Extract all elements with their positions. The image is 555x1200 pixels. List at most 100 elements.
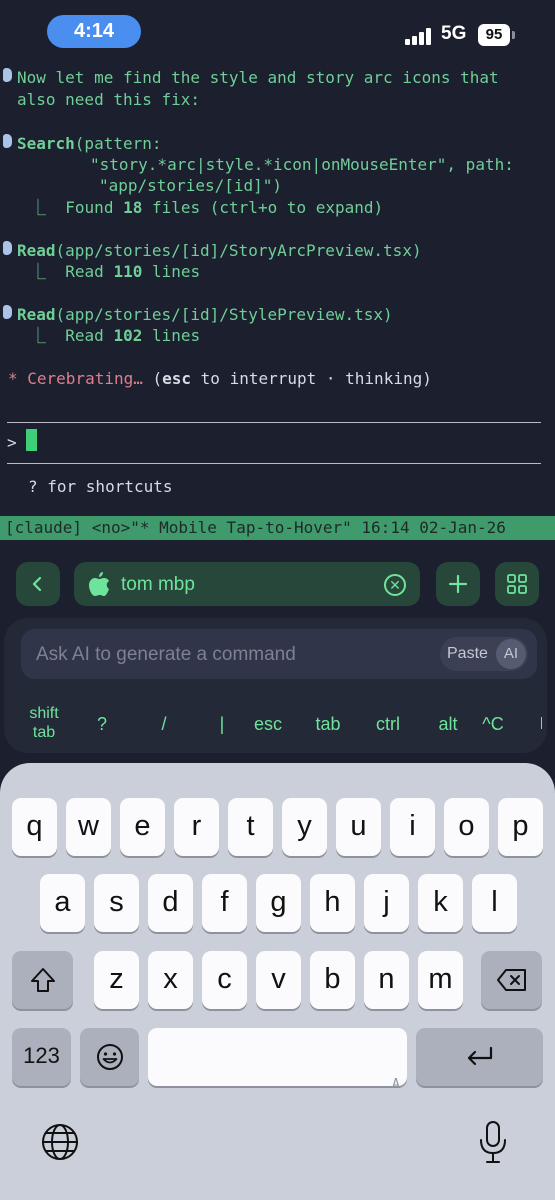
chevron-left-icon	[32, 576, 42, 592]
numbers-key[interactable]: 123	[12, 1028, 71, 1086]
emoji-icon	[96, 1044, 123, 1070]
result-count: 102	[113, 326, 143, 345]
return-key[interactable]	[416, 1028, 543, 1086]
key-j[interactable]: j	[364, 874, 409, 932]
key-s[interactable]: s	[94, 874, 139, 932]
key-d[interactable]: d	[148, 874, 193, 932]
globe-button[interactable]	[40, 1122, 80, 1162]
key-esc[interactable]: esc	[248, 714, 288, 735]
key-h[interactable]: h	[310, 874, 355, 932]
key-o[interactable]: o	[444, 798, 489, 856]
session-grid-button[interactable]	[495, 562, 539, 606]
tool-name: Read	[17, 305, 56, 324]
key-i[interactable]: i	[390, 798, 435, 856]
key-question[interactable]: ?	[92, 714, 112, 735]
scroll-indicator	[541, 717, 542, 729]
emoji-key[interactable]	[80, 1028, 139, 1086]
shortcuts-hint: ? for shortcuts	[28, 477, 173, 496]
spinner-text: * Cerebrating…	[8, 369, 143, 388]
host-selector[interactable]: tom mbp ✕	[74, 562, 420, 606]
search-args-line: "app/stories/[id]")	[99, 176, 283, 195]
key-t[interactable]: t	[228, 798, 273, 856]
result-prefix: Read	[65, 262, 114, 281]
key-g[interactable]: g	[256, 874, 301, 932]
result-count: 110	[113, 262, 143, 281]
tool-name: Read	[17, 241, 56, 260]
battery-icon: 95	[478, 24, 510, 46]
status-bar: 4:14 5G 95	[0, 0, 555, 60]
key-shift-tab[interactable]: shift tab	[22, 704, 66, 742]
tool-args: (app/stories/[id]/StoryArcPreview.tsx)	[55, 241, 422, 260]
globe-icon	[42, 1124, 78, 1160]
key-tab[interactable]: tab	[308, 714, 348, 735]
tree-glyph: ⎿	[30, 262, 47, 281]
microphone-icon	[480, 1121, 506, 1163]
key-l[interactable]: l	[472, 874, 517, 932]
key-f[interactable]: f	[202, 874, 247, 932]
read-result: ⎿ Read 102 lines	[30, 325, 200, 346]
key-m[interactable]: m	[418, 951, 463, 1009]
key-q[interactable]: q	[12, 798, 57, 856]
key-p[interactable]: p	[498, 798, 543, 856]
bullet-icon	[3, 68, 12, 82]
plus-icon	[448, 574, 468, 594]
key-r[interactable]: r	[174, 798, 219, 856]
key-alt[interactable]: alt	[432, 714, 464, 735]
status-open: (	[142, 369, 163, 388]
key-b[interactable]: b	[310, 951, 355, 1009]
key-n[interactable]: n	[364, 951, 409, 1009]
battery-nub	[512, 31, 515, 39]
key-y[interactable]: y	[282, 798, 327, 856]
result-suffix: lines	[142, 326, 201, 345]
apple-icon	[89, 572, 109, 596]
status-rest: to interrupt · thinking)	[191, 369, 432, 388]
close-circle-icon[interactable]: ✕	[384, 574, 406, 596]
shift-key[interactable]	[12, 951, 73, 1009]
signal-icon	[405, 25, 435, 45]
message-line: also need this fix:	[17, 90, 201, 109]
key-slash[interactable]: /	[154, 714, 174, 735]
key-a[interactable]: a	[40, 874, 85, 932]
delete-key[interactable]	[481, 951, 542, 1009]
text-cursor[interactable]	[26, 429, 37, 451]
key-z[interactable]: z	[94, 951, 139, 1009]
key-label: tab	[32, 724, 56, 741]
key-w[interactable]: w	[66, 798, 111, 856]
key-u[interactable]: u	[336, 798, 381, 856]
return-icon	[467, 1046, 492, 1066]
bullet-icon	[3, 134, 12, 148]
divider	[7, 463, 541, 464]
dictation-button[interactable]	[478, 1120, 508, 1166]
ai-command-input[interactable]: Ask AI to generate a command Paste AI	[21, 629, 537, 679]
result-count: 18	[123, 198, 143, 217]
key-pipe[interactable]: |	[212, 714, 232, 735]
tree-glyph: ⎿	[30, 198, 47, 217]
result-prefix: Read	[65, 326, 114, 345]
tool-args: (app/stories/[id]/StylePreview.tsx)	[55, 305, 393, 324]
ai-command-panel: Ask AI to generate a command Paste AI sh…	[4, 618, 547, 753]
search-tool-line: Search(pattern:	[17, 133, 162, 154]
space-key[interactable]	[148, 1028, 407, 1086]
bullet-icon	[3, 305, 12, 319]
key-e[interactable]: e	[120, 798, 165, 856]
bullet-icon	[3, 241, 12, 255]
ai-input-placeholder: Ask AI to generate a command	[36, 644, 296, 665]
key-v[interactable]: v	[256, 951, 301, 1009]
key-x[interactable]: x	[148, 951, 193, 1009]
key-c[interactable]: c	[202, 951, 247, 1009]
back-button[interactable]	[16, 562, 60, 606]
read-tool-line: Read(app/stories/[id]/StylePreview.tsx)	[17, 304, 393, 325]
key-ctrl-c[interactable]: ^C	[475, 714, 511, 735]
space-key-hint: A	[392, 1077, 400, 1092]
paste-button[interactable]: Paste AI	[440, 637, 528, 671]
key-k[interactable]: k	[418, 874, 463, 932]
network-label: 5G	[441, 23, 467, 44]
prompt-symbol: >	[7, 433, 17, 452]
tree-glyph: ⎿	[30, 326, 47, 345]
add-session-button[interactable]	[436, 562, 480, 606]
key-ctrl[interactable]: ctrl	[368, 714, 408, 735]
tool-args: (pattern:	[74, 134, 162, 153]
tmux-status-bar: [claude] <no>"* Mobile Tap-to-Hover" 16:…	[0, 516, 555, 540]
tool-name: Search	[17, 134, 75, 153]
read-result: ⎿ Read 110 lines	[30, 261, 200, 282]
